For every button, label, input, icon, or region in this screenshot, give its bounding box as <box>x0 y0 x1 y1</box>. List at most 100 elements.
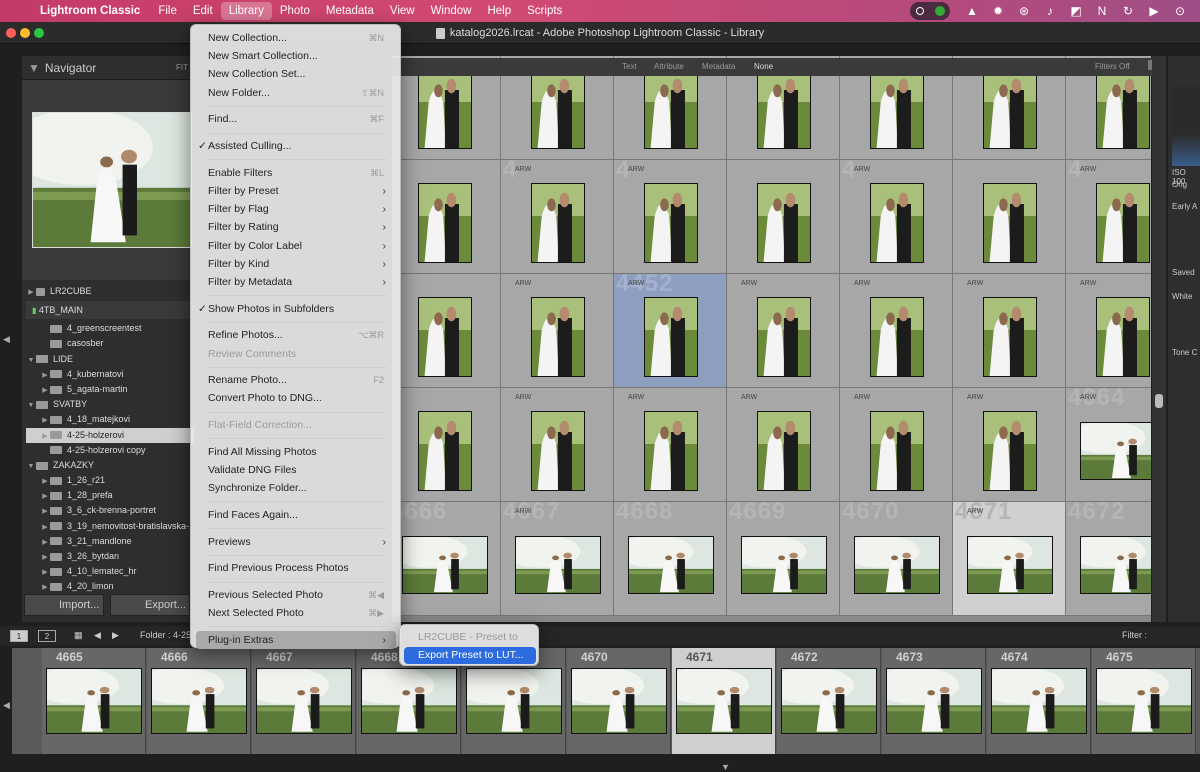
menu-metadata[interactable]: Metadata <box>318 2 382 20</box>
disclosure-triangle-icon[interactable]: ▶ <box>40 489 50 504</box>
menu-scripts[interactable]: Scripts <box>519 2 570 20</box>
photo-thumbnail[interactable] <box>1079 536 1151 594</box>
control-icon[interactable]: ⊙ <box>1170 4 1190 18</box>
filmstrip-thumbnail[interactable] <box>886 668 982 734</box>
grid-cell[interactable] <box>392 274 501 388</box>
menu-help[interactable]: Help <box>479 2 519 20</box>
photo-thumbnail[interactable] <box>869 411 924 491</box>
filmstrip-cell[interactable]: 4675 <box>1092 648 1196 754</box>
menu-item[interactable]: Rename Photo... F2 <box>196 371 396 389</box>
photo-thumbnail[interactable] <box>530 297 585 377</box>
grid-cell[interactable] <box>392 388 501 502</box>
photo-thumbnail[interactable] <box>514 536 601 594</box>
menu-item[interactable]: Convert Photo to DNG... <box>196 389 396 407</box>
monitor-1-button[interactable]: 1 <box>10 630 28 642</box>
grid-cell[interactable]: 4667 ARW <box>501 502 614 616</box>
menu-file[interactable]: File <box>150 2 185 20</box>
photo-thumbnail[interactable] <box>1095 183 1150 263</box>
filmstrip-cell[interactable]: 4671 <box>672 648 776 754</box>
disclosure-triangle-icon[interactable]: ▶ <box>40 565 50 580</box>
folder-item[interactable]: casosber <box>26 336 194 351</box>
menu-library[interactable]: Library <box>220 2 272 20</box>
navigator-zoom[interactable]: FIT <box>176 56 188 80</box>
grid-scrollbar[interactable] <box>1152 56 1166 622</box>
filmstrip-cell[interactable]: 4666 <box>147 648 251 754</box>
app-menu[interactable]: Lightroom Classic <box>36 2 150 20</box>
folder-item[interactable]: ▶ 4_18_matejkovi <box>26 412 194 427</box>
menu-view[interactable]: View <box>382 2 423 20</box>
photo-thumbnail[interactable] <box>982 411 1037 491</box>
grid-cell[interactable]: ARW <box>953 388 1066 502</box>
drive-4tb-main[interactable]: ▮ 4TB_MAIN <box>26 301 194 320</box>
menu-item[interactable]: Synchronize Folder... <box>196 479 396 497</box>
photo-thumbnail[interactable] <box>530 183 585 263</box>
disclosure-triangle-icon[interactable]: ▶ <box>40 413 50 428</box>
photo-thumbnail[interactable] <box>530 411 585 491</box>
filmstrip-thumbnail[interactable] <box>676 668 772 734</box>
grid-cell[interactable]: 4672 <box>1066 502 1151 616</box>
scroll-thumb[interactable] <box>1155 394 1163 408</box>
menu-item[interactable]: Find Previous Process Photos <box>196 559 396 577</box>
folder-item[interactable]: ▶ 1_28_prefa <box>26 488 194 503</box>
filmstrip-cell[interactable]: 4670 <box>567 648 671 754</box>
photo-thumbnail[interactable] <box>869 297 924 377</box>
disclosure-triangle-icon[interactable]: ▼ <box>26 459 36 474</box>
grid-cell[interactable]: 4668 <box>614 502 727 616</box>
filter-none[interactable]: None <box>754 62 773 71</box>
filmstrip-thumbnail[interactable] <box>1096 668 1192 734</box>
filmstrip-cell[interactable]: 4673 <box>882 648 986 754</box>
filmstrip-thumbnail[interactable] <box>991 668 1087 734</box>
navigator-preview[interactable] <box>22 80 192 280</box>
grid-cell[interactable]: 4 ARW <box>1066 160 1151 274</box>
folder-item[interactable]: ▶ 5_agata-martin <box>26 382 194 397</box>
grid-cell[interactable] <box>392 160 501 274</box>
photo-thumbnail[interactable] <box>643 69 698 149</box>
grid-cell[interactable]: 4 ARW <box>840 160 953 274</box>
menu-edit[interactable]: Edit <box>185 2 221 20</box>
menu-item[interactable]: New Smart Collection... <box>196 47 396 65</box>
photo-thumbnail[interactable] <box>401 536 488 594</box>
photo-thumbnail[interactable] <box>966 536 1053 594</box>
menu-item[interactable]: Find All Missing Photos <box>196 443 396 461</box>
folder-item[interactable]: ▶ 3_6_ck-brenna-portret <box>26 503 194 518</box>
photo-thumbnail[interactable] <box>1079 422 1151 480</box>
export-preset-to-lut-item[interactable]: Export Preset to LUT... <box>404 647 536 664</box>
menu-item[interactable]: Filter by Color Label › <box>196 237 396 255</box>
filmstrip-cell[interactable]: 4665 <box>42 648 146 754</box>
grid-view-icon[interactable]: ▦ <box>74 630 83 641</box>
filter-attribute[interactable]: Attribute <box>654 62 684 71</box>
menu-item[interactable]: New Collection Set... <box>196 65 396 83</box>
grid-cell[interactable]: ARW <box>840 388 953 502</box>
grid-cell[interactable]: ARW <box>501 388 614 502</box>
photo-thumbnail[interactable] <box>1095 297 1150 377</box>
grid-cell[interactable]: ARW <box>727 274 840 388</box>
grid-cell[interactable]: 4 ARW <box>501 160 614 274</box>
photo-thumbnail[interactable] <box>417 69 472 149</box>
folder-item[interactable]: ▶ 4_10_lematec_hr <box>26 564 194 579</box>
grid-cell[interactable]: 4670 <box>840 502 953 616</box>
folder-item[interactable]: ▶ 3_19_nemovitost-bratislavska-... <box>26 519 196 535</box>
filter-text[interactable]: Text <box>622 62 637 71</box>
menu-item[interactable]: Filter by Kind › <box>196 255 396 273</box>
menu-photo[interactable]: Photo <box>272 2 318 20</box>
photo-thumbnail[interactable] <box>643 411 698 491</box>
import-button[interactable]: Import... <box>24 594 104 616</box>
folder-item[interactable]: 4_greenscreentest <box>26 321 194 336</box>
photo-thumbnail[interactable] <box>982 183 1037 263</box>
folder-path[interactable]: Folder : 4-25 <box>140 630 191 640</box>
left-panel-toggle-icon[interactable]: ◀ <box>3 334 10 345</box>
disclosure-triangle-icon[interactable]: ▶ <box>40 383 50 398</box>
filter-metadata[interactable]: Metadata <box>702 62 735 71</box>
photo-thumbnail[interactable] <box>982 69 1037 149</box>
microphone-icon[interactable]: ♪ <box>1040 4 1060 18</box>
filmstrip-thumbnail[interactable] <box>151 668 247 734</box>
menu-item[interactable]: Refine Photos... ⌥⌘R <box>196 326 396 344</box>
close-window-button[interactable] <box>6 28 16 38</box>
folder-item[interactable]: ▶ 3_26_bytdan <box>26 549 194 564</box>
filmstrip-thumbnail[interactable] <box>361 668 457 734</box>
disclosure-triangle-icon[interactable]: ▶ <box>40 520 50 535</box>
photo-thumbnail[interactable] <box>627 536 714 594</box>
disclosure-triangle-icon[interactable]: ▶ <box>40 535 50 550</box>
menu-item[interactable]: New Folder... ⇧⌘N <box>196 84 396 102</box>
forward-arrow-icon[interactable]: ▶ <box>112 630 119 641</box>
